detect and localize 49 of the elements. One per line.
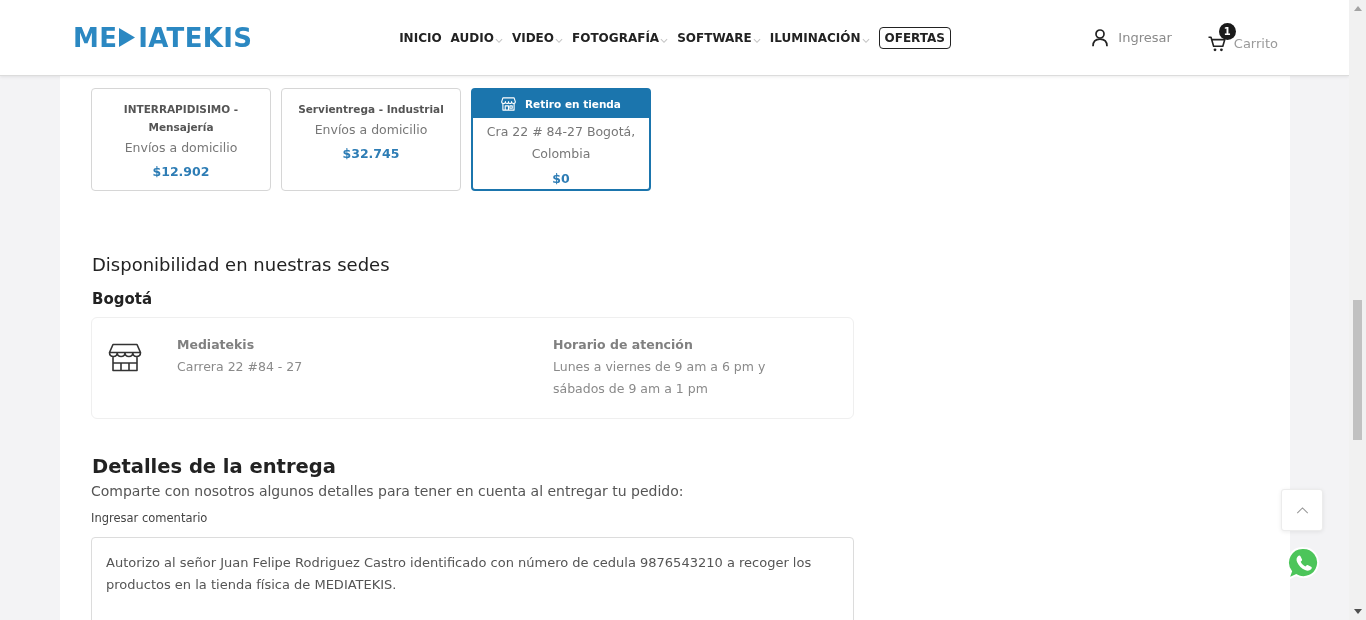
nav-link[interactable]: SOFTWARE	[677, 29, 761, 46]
cart-link[interactable]: 1 Carrito	[1207, 23, 1278, 52]
store-address: Carrera 22 #84 - 27	[177, 358, 304, 376]
chevron-up-icon	[1295, 506, 1309, 514]
shipping-price: $32.745	[342, 145, 400, 163]
scrollbar-thumb[interactable]	[1353, 300, 1362, 440]
cart-count-badge: 1	[1218, 23, 1236, 40]
store-icon	[501, 97, 516, 111]
login-link[interactable]: Ingresar	[1092, 28, 1172, 47]
opening-hours: Lunes a viernes de 9 am a 6 pm y sábados de 9 am a 1 pm	[553, 358, 767, 398]
store-name: Mediatekis	[177, 336, 256, 354]
logo-link[interactable]: ME IATEKIS	[73, 22, 253, 53]
scroll-top-button[interactable]	[1281, 489, 1323, 531]
hours-title: Horario de atención	[553, 336, 694, 354]
comment-field[interactable]: Autorizo al señor Juan Felipe Rodriguez Castro identificado con número de cedula 9876543210 a recoger los productos en la tienda física de MEDIATEKIS.	[91, 537, 854, 620]
chevron-down-icon	[861, 37, 870, 44]
nav-link[interactable]: FOTOGRAFÍA	[572, 29, 669, 46]
phone-chat-icon[interactable]	[1286, 546, 1321, 582]
chevron-down-icon	[494, 37, 503, 44]
offers-button[interactable]: OFERTAS	[878, 26, 951, 49]
chevron-down-icon	[752, 37, 761, 44]
scroll-down-arrow-icon[interactable]	[1353, 609, 1362, 614]
shipping-option-card[interactable]: Servientrega - Industrial Envíos a domicilio $32.745	[281, 88, 461, 191]
shipping-option-title: Servientrega - Industrial	[298, 102, 444, 117]
city-name: Bogotá	[91, 289, 154, 310]
section-title: Detalles de la entrega	[91, 454, 337, 480]
section-description: Comparte con nosotros algunos detalles para tener en cuenta al entregar tu pedido:	[91, 482, 685, 501]
nav-link[interactable]: VIDEO	[511, 29, 564, 46]
scroll-up-arrow-icon[interactable]	[1353, 6, 1362, 11]
shipping-option-title: INTERRAPIDISIMO - Mensajería	[122, 102, 240, 135]
shipping-option-card[interactable]: INTERRAPIDISIMO - Mensajería Envíos a domicilio $12.902	[91, 88, 271, 191]
shipping-price: $12.902	[152, 163, 210, 181]
shipping-price: $0	[552, 170, 570, 188]
cart-icon	[1207, 36, 1226, 52]
nav-link[interactable]: AUDIO	[450, 29, 503, 46]
field-label: Ingresar comentario	[91, 510, 209, 526]
section-title: Disponibilidad en nuestras sedes	[91, 253, 391, 277]
pickup-address: Cra 22 # 84-27 Bogotá, Colombia	[485, 123, 637, 163]
shipping-option-title: Retiro en tienda	[525, 97, 621, 111]
chevron-down-icon	[555, 37, 564, 44]
user-icon	[1092, 28, 1109, 47]
nav-link[interactable]: INICIO	[399, 29, 442, 46]
delivery-method: Envíos a domicilio	[124, 139, 238, 157]
delivery-method: Envíos a domicilio	[314, 121, 428, 139]
nav-link[interactable]: ILUMINACIÓN	[769, 29, 870, 46]
chevron-down-icon	[660, 37, 669, 44]
store-icon	[108, 343, 142, 372]
play-icon	[119, 28, 136, 47]
shipping-option-card[interactable]: Retiro en tienda Cra 22 # 84-27 Bogotá, Colombia $0	[471, 88, 651, 191]
